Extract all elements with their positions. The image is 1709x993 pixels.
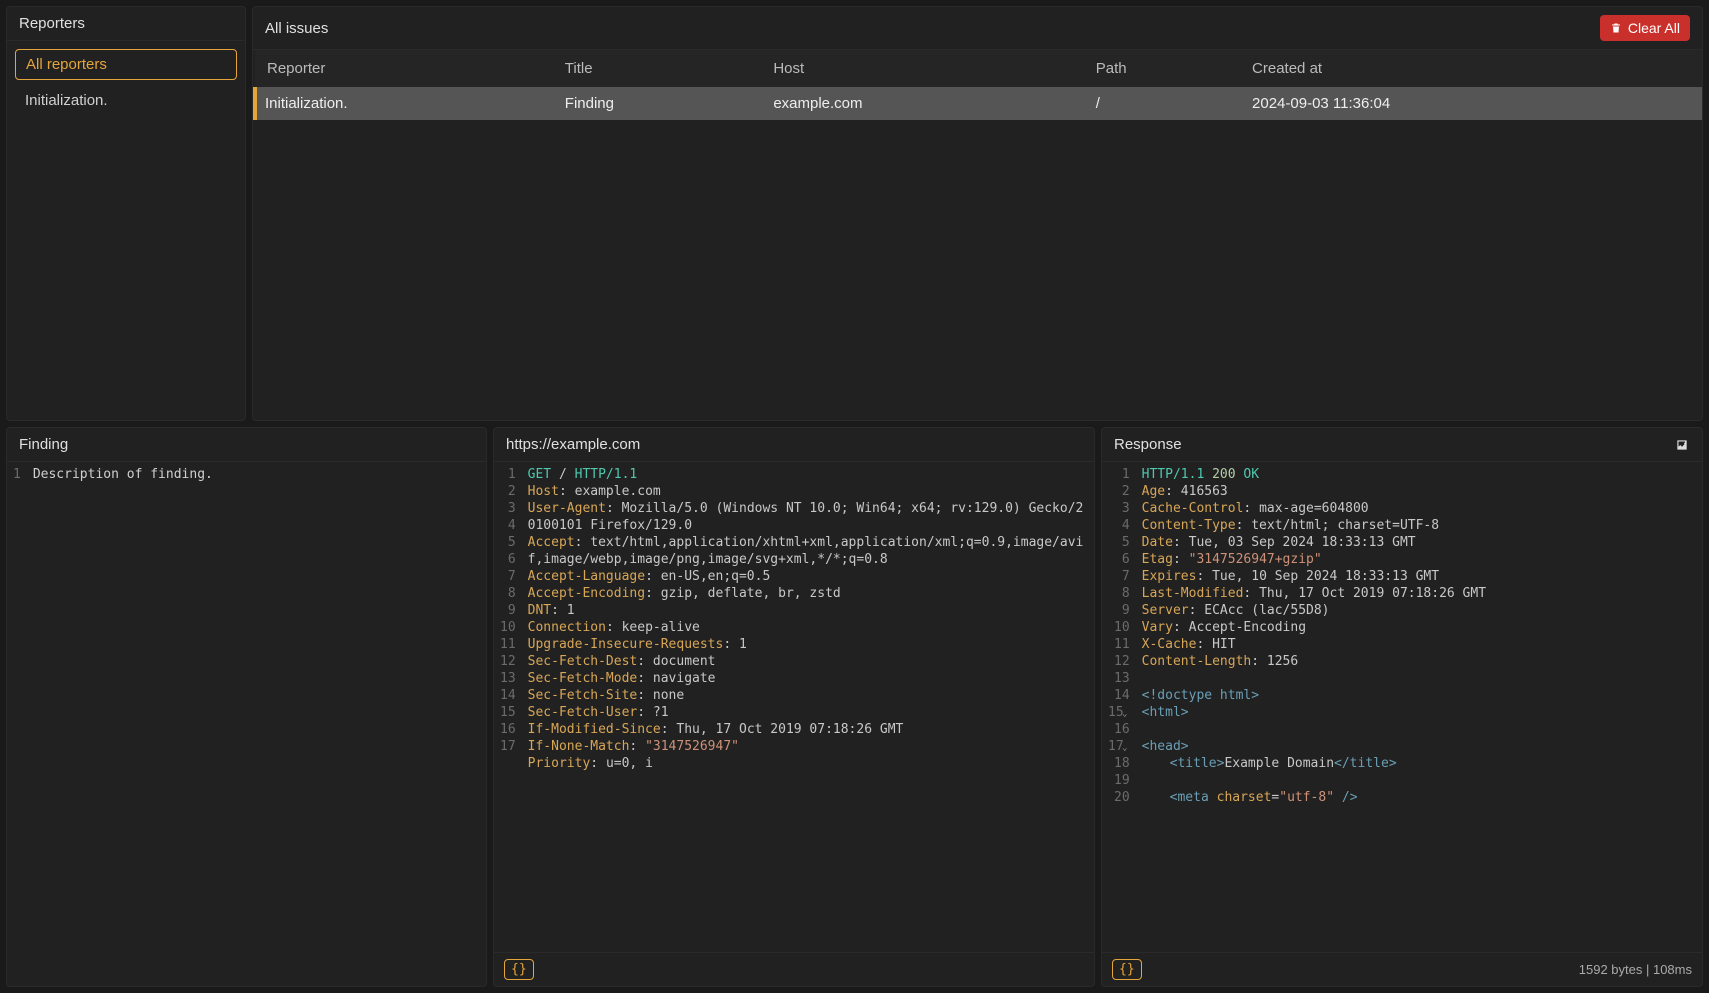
request-panel: https://example.com 12345678910111213141… xyxy=(493,427,1095,987)
finding-editor[interactable]: 1 Description of finding. xyxy=(7,462,486,986)
image-preview-icon[interactable] xyxy=(1674,438,1690,452)
response-format-button[interactable]: {} xyxy=(1112,959,1142,980)
finding-header: Finding xyxy=(7,428,486,462)
request-header: https://example.com xyxy=(494,428,1094,462)
reporter-item[interactable]: All reporters xyxy=(15,49,237,80)
response-code: HTTP/1.1 200 OKAge: 416563Cache-Control:… xyxy=(1138,462,1702,810)
table-cell: Finding xyxy=(553,87,762,120)
column-header[interactable]: Title xyxy=(553,50,762,87)
response-gutter: 123456789101112131415⌄1617⌄181920 xyxy=(1102,462,1138,810)
request-title: https://example.com xyxy=(506,436,640,453)
response-footer: {} 1592 bytes | 108ms xyxy=(1102,952,1702,986)
trash-icon xyxy=(1610,21,1622,35)
issues-panel: All issues Clear All ReporterTitleHostPa… xyxy=(252,6,1703,421)
column-header[interactable]: Path xyxy=(1084,50,1240,87)
table-cell: example.com xyxy=(761,87,1083,120)
response-header: Response xyxy=(1102,428,1702,462)
response-title: Response xyxy=(1114,436,1182,453)
request-editor[interactable]: 1234567891011121314151617 GET / HTTP/1.1… xyxy=(494,462,1094,952)
clear-all-button[interactable]: Clear All xyxy=(1600,15,1690,41)
table-row[interactable]: Initialization.Findingexample.com/2024-0… xyxy=(255,87,1702,120)
issues-table: ReporterTitleHostPathCreated at Initiali… xyxy=(253,50,1702,120)
reporters-title: Reporters xyxy=(19,15,85,32)
response-panel: Response 123456789101112131415⌄1617⌄1819… xyxy=(1101,427,1703,987)
column-header[interactable]: Reporter xyxy=(255,50,553,87)
request-gutter: 1234567891011121314151617 xyxy=(494,462,524,793)
response-status-text: 1592 bytes | 108ms xyxy=(1579,962,1692,977)
table-cell: Initialization. xyxy=(255,87,553,120)
issues-table-wrap[interactable]: ReporterTitleHostPathCreated at Initiali… xyxy=(253,50,1702,420)
column-header[interactable]: Created at xyxy=(1240,50,1702,87)
reporters-panel: Reporters All reporters Initialization. xyxy=(6,6,246,421)
finding-title: Finding xyxy=(19,436,68,453)
table-cell: 2024-09-03 11:36:04 xyxy=(1240,87,1702,120)
finding-panel: Finding 1 Description of finding. xyxy=(6,427,487,987)
issues-tbody: Initialization.Findingexample.com/2024-0… xyxy=(255,87,1702,120)
request-footer: {} xyxy=(494,952,1094,986)
issues-header: All issues Clear All xyxy=(253,7,1702,50)
response-editor[interactable]: 123456789101112131415⌄1617⌄181920 HTTP/1… xyxy=(1102,462,1702,952)
clear-all-label: Clear All xyxy=(1628,20,1680,36)
reporter-item[interactable]: Initialization. xyxy=(15,86,237,115)
request-format-button[interactable]: {} xyxy=(504,959,534,980)
issues-title: All issues xyxy=(265,20,328,37)
reporters-header: Reporters xyxy=(7,7,245,41)
reporters-list: All reporters Initialization. xyxy=(7,41,245,123)
finding-gutter: 1 xyxy=(7,462,29,487)
table-cell: / xyxy=(1084,87,1240,120)
finding-code: Description of finding. xyxy=(29,462,486,487)
request-code: GET / HTTP/1.1Host: example.comUser-Agen… xyxy=(524,462,1094,793)
issues-header-row: ReporterTitleHostPathCreated at xyxy=(255,50,1702,87)
column-header[interactable]: Host xyxy=(761,50,1083,87)
